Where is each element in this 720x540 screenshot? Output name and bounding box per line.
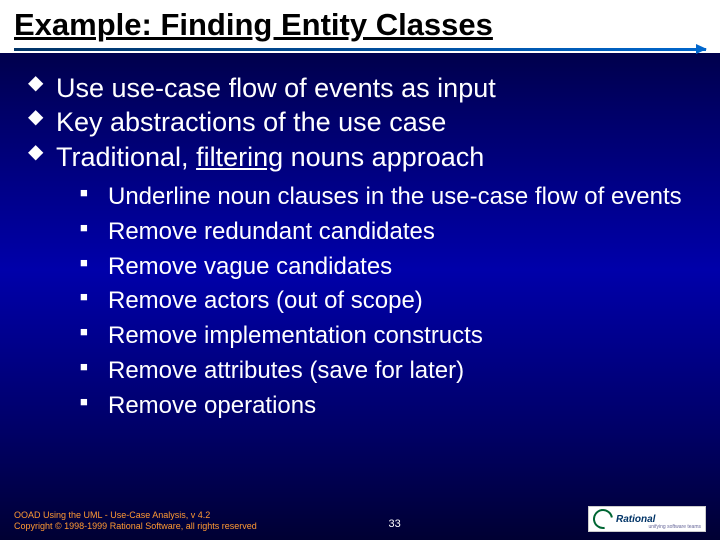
footer-line1: OOAD Using the UML - Use-Case Analysis, … — [14, 510, 257, 521]
main-bullet-list: Use use-case flow of events as input Key… — [26, 71, 694, 422]
footer-line2: Copyright © 1998-1999 Rational Software,… — [14, 521, 257, 532]
main-bullet: Traditional, filtering nouns approach Un… — [26, 140, 694, 422]
slide: Example: Finding Entity Classes Use use-… — [0, 0, 720, 540]
bullet-text: Key abstractions of the use case — [56, 107, 446, 137]
main-bullet: Use use-case flow of events as input — [26, 71, 694, 106]
content-area: Use use-case flow of events as input Key… — [0, 53, 720, 422]
logo-text: Rational — [616, 515, 655, 524]
rational-logo: Rational unifying software teams — [588, 506, 706, 532]
logo-tagline: unifying software teams — [648, 524, 701, 530]
sub-bullet: Underline noun clauses in the use-case f… — [80, 182, 694, 213]
sub-bullet: Remove redundant candidates — [80, 217, 694, 248]
page-number: 33 — [388, 518, 400, 530]
main-bullet: Key abstractions of the use case — [26, 105, 694, 140]
footer-credits: OOAD Using the UML - Use-Case Analysis, … — [14, 510, 257, 533]
footer-logo-area: Rational unifying software teams — [588, 506, 706, 532]
title-divider-arrow — [14, 48, 706, 51]
title-area: Example: Finding Entity Classes — [0, 0, 720, 53]
sub-bullet: Remove attributes (save for later) — [80, 356, 694, 387]
bullet-text: Use use-case flow of events as input — [56, 73, 496, 103]
logo-swirl-icon — [589, 505, 617, 533]
sub-bullet-list: Underline noun clauses in the use-case f… — [80, 182, 694, 421]
sub-bullet: Remove operations — [80, 391, 694, 422]
slide-title: Example: Finding Entity Classes — [14, 7, 706, 43]
bullet-suffix: nouns approach — [283, 142, 484, 172]
footer: OOAD Using the UML - Use-Case Analysis, … — [14, 506, 706, 532]
sub-bullet: Remove implementation constructs — [80, 321, 694, 352]
bullet-prefix: Traditional, — [56, 142, 196, 172]
bullet-underlined: filtering — [196, 142, 283, 172]
sub-bullet: Remove vague candidates — [80, 252, 694, 283]
sub-bullet: Remove actors (out of scope) — [80, 286, 694, 317]
